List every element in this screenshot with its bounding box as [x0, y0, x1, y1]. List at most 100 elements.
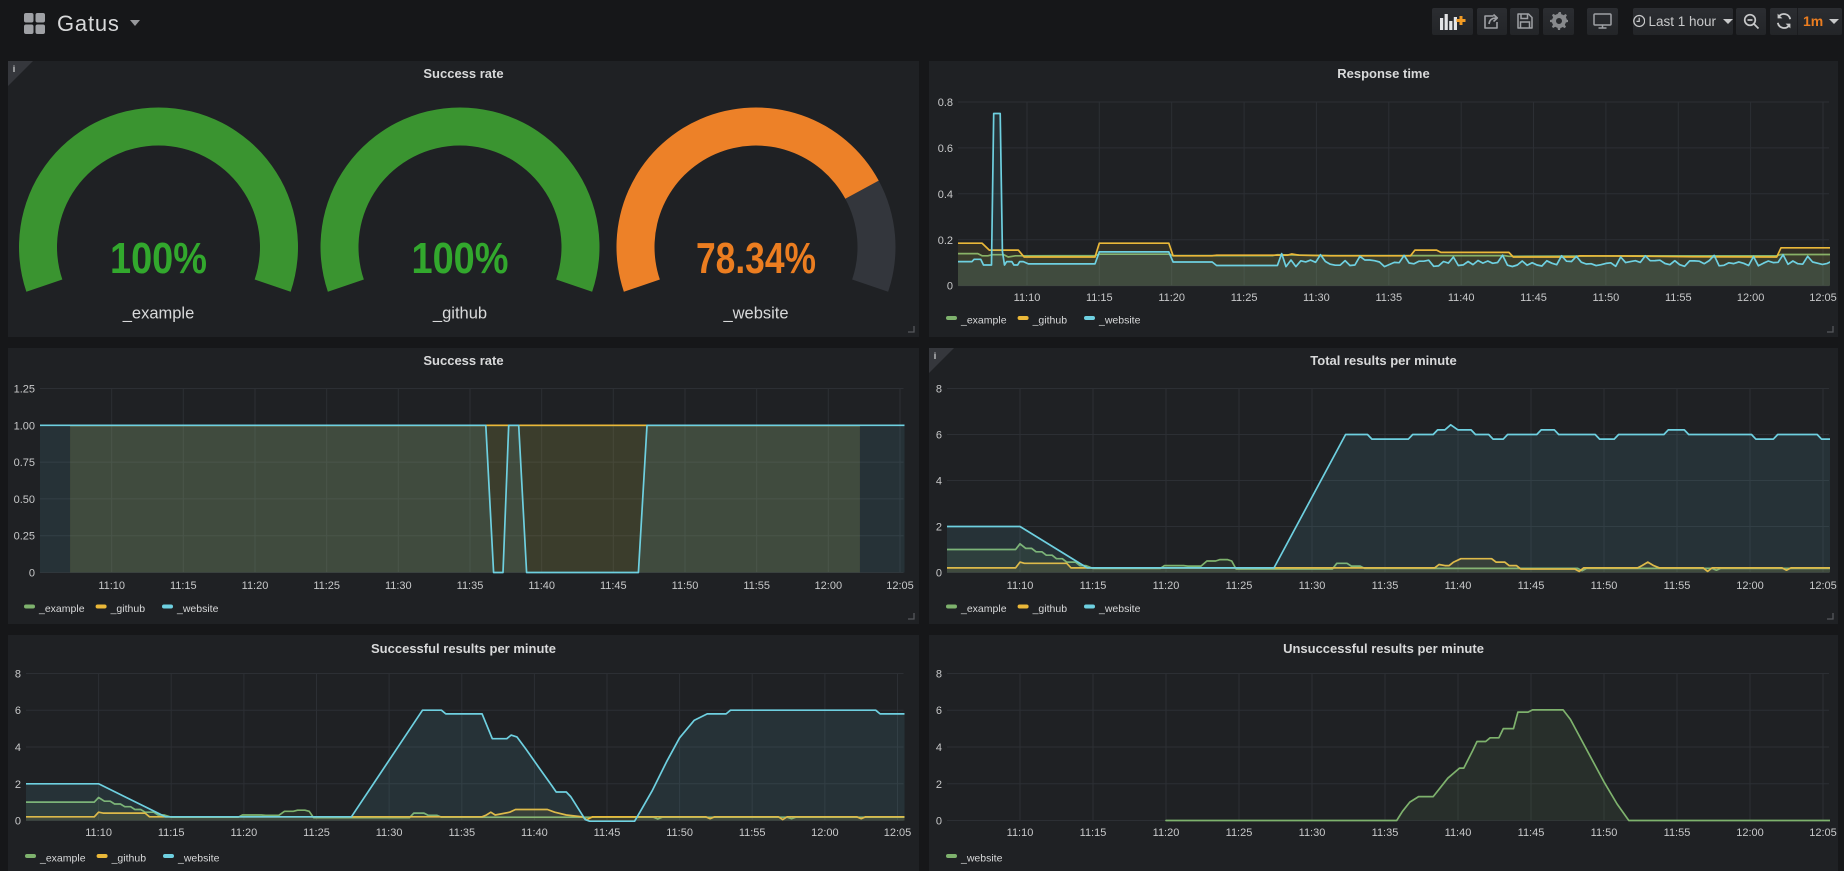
svg-text:11:55: 11:55 [1664, 827, 1691, 839]
svg-text:_github: _github [110, 603, 146, 615]
svg-text:6: 6 [15, 705, 21, 717]
svg-text:_example: _example [39, 853, 86, 865]
svg-text:12:05: 12:05 [886, 580, 914, 592]
svg-text:11:15: 11:15 [158, 827, 185, 839]
svg-text:11:50: 11:50 [1591, 580, 1618, 592]
svg-text:0.8: 0.8 [938, 97, 953, 109]
svg-text:2: 2 [936, 779, 942, 791]
svg-text:11:55: 11:55 [739, 827, 766, 839]
svg-text:11:30: 11:30 [1299, 827, 1326, 839]
svg-text:Success rate: Success rate [423, 66, 503, 81]
svg-text:0.75: 0.75 [14, 457, 35, 469]
svg-text:11:10: 11:10 [1007, 580, 1034, 592]
svg-text:4: 4 [936, 476, 942, 488]
svg-text:0: 0 [947, 281, 953, 293]
svg-text:100%: 100% [110, 234, 207, 283]
svg-text:Successful results per minute: Successful results per minute [371, 641, 556, 656]
svg-text:11:10: 11:10 [1007, 827, 1034, 839]
svg-text:12:00: 12:00 [1737, 292, 1765, 304]
svg-text:0.4: 0.4 [938, 189, 953, 201]
svg-text:100%: 100% [412, 234, 509, 283]
svg-text:11:35: 11:35 [457, 580, 484, 592]
svg-text:6: 6 [936, 430, 942, 442]
svg-text:11:10: 11:10 [85, 827, 112, 839]
svg-text:_github: _github [1032, 315, 1068, 327]
svg-text:11:50: 11:50 [672, 580, 699, 592]
svg-text:11:25: 11:25 [1226, 827, 1253, 839]
svg-text:4: 4 [936, 742, 942, 754]
svg-text:11:55: 11:55 [1664, 580, 1691, 592]
svg-text:_website: _website [176, 603, 219, 615]
svg-text:1.00: 1.00 [14, 420, 35, 432]
svg-text:_example: _example [960, 603, 1007, 615]
svg-text:Success rate: Success rate [423, 353, 503, 368]
svg-text:12:00: 12:00 [1736, 580, 1764, 592]
svg-text:11:45: 11:45 [600, 580, 627, 592]
svg-text:6: 6 [936, 705, 942, 717]
svg-text:4: 4 [15, 742, 21, 754]
svg-text:11:40: 11:40 [1445, 827, 1472, 839]
svg-text:0: 0 [936, 568, 942, 580]
svg-text:11:45: 11:45 [1518, 827, 1545, 839]
svg-text:_website: _website [1098, 603, 1141, 615]
svg-text:11:25: 11:25 [313, 580, 340, 592]
svg-text:0.2: 0.2 [938, 235, 953, 247]
svg-text:i: i [13, 64, 16, 74]
svg-text:12:05: 12:05 [1809, 827, 1837, 839]
svg-text:11:45: 11:45 [1520, 292, 1547, 304]
svg-text:11:10: 11:10 [1014, 292, 1041, 304]
svg-text:11:20: 11:20 [1153, 580, 1180, 592]
svg-text:11:10: 11:10 [98, 580, 125, 592]
svg-text:11:45: 11:45 [594, 827, 621, 839]
svg-text:11:45: 11:45 [1518, 580, 1545, 592]
svg-text:11:30: 11:30 [376, 827, 403, 839]
svg-text:11:50: 11:50 [666, 827, 693, 839]
svg-text:11:20: 11:20 [242, 580, 269, 592]
svg-text:11:30: 11:30 [385, 580, 412, 592]
svg-text:2: 2 [15, 779, 21, 791]
svg-text:11:35: 11:35 [1372, 827, 1399, 839]
svg-text:_website: _website [722, 305, 788, 323]
svg-text:78.34%: 78.34% [696, 234, 816, 283]
svg-text:12:05: 12:05 [1809, 580, 1837, 592]
svg-text:11:20: 11:20 [1153, 827, 1180, 839]
svg-text:11:40: 11:40 [1448, 292, 1475, 304]
svg-text:_example: _example [122, 305, 195, 323]
svg-text:11:40: 11:40 [521, 827, 548, 839]
svg-text:11:20: 11:20 [231, 827, 258, 839]
svg-text:11:40: 11:40 [528, 580, 555, 592]
svg-text:_github: _github [432, 305, 487, 323]
svg-text:_example: _example [38, 603, 85, 615]
svg-text:12:00: 12:00 [811, 827, 839, 839]
svg-text:0: 0 [15, 816, 21, 828]
svg-text:11:15: 11:15 [1080, 580, 1107, 592]
svg-text:11:40: 11:40 [1445, 580, 1472, 592]
svg-text:11:35: 11:35 [448, 827, 475, 839]
svg-text:_github: _github [1032, 603, 1068, 615]
svg-text:11:25: 11:25 [303, 827, 330, 839]
svg-text:11:55: 11:55 [1665, 292, 1692, 304]
svg-text:12:05: 12:05 [884, 827, 912, 839]
svg-text:0: 0 [29, 568, 35, 580]
svg-text:8: 8 [936, 384, 942, 396]
svg-text:11:25: 11:25 [1231, 292, 1258, 304]
svg-text:11:20: 11:20 [1158, 292, 1185, 304]
svg-text:11:50: 11:50 [1593, 292, 1620, 304]
svg-text:Response time: Response time [1337, 66, 1429, 81]
svg-text:0.50: 0.50 [14, 494, 35, 506]
svg-text:11:35: 11:35 [1375, 292, 1402, 304]
svg-text:11:15: 11:15 [170, 580, 197, 592]
svg-text:11:55: 11:55 [743, 580, 770, 592]
svg-text:Total results per minute: Total results per minute [1310, 353, 1456, 368]
svg-text:8: 8 [15, 669, 21, 681]
svg-text:_website: _website [960, 853, 1003, 865]
svg-text:11:25: 11:25 [1226, 580, 1253, 592]
svg-text:11:30: 11:30 [1303, 292, 1330, 304]
svg-text:_website: _website [177, 853, 220, 865]
svg-text:1.25: 1.25 [14, 384, 35, 396]
svg-text:0.6: 0.6 [938, 143, 953, 155]
svg-text:11:30: 11:30 [1299, 580, 1326, 592]
svg-text:11:35: 11:35 [1372, 580, 1399, 592]
svg-text:2: 2 [936, 522, 942, 534]
svg-text:0.25: 0.25 [14, 531, 35, 543]
